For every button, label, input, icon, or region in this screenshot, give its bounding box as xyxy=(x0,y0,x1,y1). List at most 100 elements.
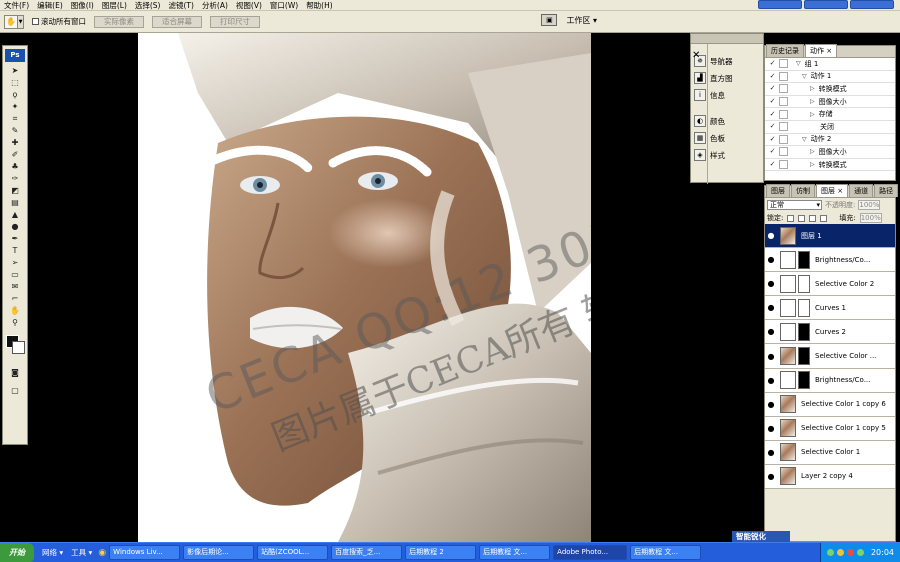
layer-row[interactable]: ● Selective Color 1 copy 5 xyxy=(765,416,895,441)
browser-icon[interactable]: ◉ xyxy=(98,548,106,558)
healing-brush-icon[interactable]: ✚ xyxy=(10,137,21,148)
quick-mask-icon[interactable]: ◙ xyxy=(10,367,21,378)
dialog-toggle[interactable] xyxy=(779,84,788,94)
menu-window[interactable]: 窗口(W) xyxy=(266,0,302,11)
taskbar-button[interactable]: 站酷(ZCOOL... xyxy=(257,545,329,560)
eye-icon[interactable]: ● xyxy=(765,400,777,409)
path-selection-icon[interactable]: ➢ xyxy=(10,257,21,268)
taskbar-button[interactable]: 后期教程 2 xyxy=(405,545,477,560)
start-button[interactable]: 开始 xyxy=(0,542,34,562)
action-row[interactable]: ✓ ▷ 图像大小 xyxy=(765,146,895,159)
tab-paths[interactable]: 路径 xyxy=(874,184,899,197)
layer-row[interactable]: ● 图层 1 xyxy=(765,224,895,249)
action-row[interactable]: ✓ ▽ 组 1 xyxy=(765,58,895,71)
notes-tool-icon[interactable]: ✉ xyxy=(10,281,21,292)
dialog-toggle[interactable] xyxy=(779,71,788,81)
taskbar-button[interactable]: 百度搜索_乏... xyxy=(331,545,403,560)
tray-icon[interactable] xyxy=(836,549,844,556)
tab-history[interactable]: 历史记录 xyxy=(766,44,804,57)
move-tool-icon[interactable]: ➤ xyxy=(10,65,21,76)
eye-icon[interactable]: ● xyxy=(765,352,777,361)
taskbar-button-active[interactable]: Adobe Photo... xyxy=(553,545,628,560)
styles-item[interactable]: ◈ 样式 xyxy=(691,148,725,162)
background-color-swatch[interactable] xyxy=(12,341,25,354)
lock-transparency-icon[interactable] xyxy=(787,214,795,222)
layer-mask-thumbnail[interactable] xyxy=(798,274,810,293)
layer-row[interactable]: ● Brightness/Co... xyxy=(765,368,895,393)
tray-icon[interactable] xyxy=(856,549,864,556)
screen-mode-icon[interactable]: ▢ xyxy=(10,385,21,396)
layer-row[interactable]: ● Selective Color 1 xyxy=(765,440,895,465)
action-row[interactable]: ✓ ▷ 转换模式 xyxy=(765,83,895,96)
dialog-toggle[interactable] xyxy=(779,134,788,144)
tab-layers[interactable]: 图层 × xyxy=(816,184,849,197)
layer-row[interactable]: ● Curves 1 xyxy=(765,296,895,321)
histogram-item[interactable]: ▟ 直方图 xyxy=(691,71,733,85)
eye-icon[interactable]: ● xyxy=(765,472,777,481)
eraser-tool-icon[interactable]: ◩ xyxy=(10,185,21,196)
dialog-toggle[interactable] xyxy=(779,97,788,107)
actual-pixels-button[interactable]: 实际像素 xyxy=(94,15,144,28)
tools-icon[interactable]: ✕ xyxy=(692,50,700,61)
document-canvas[interactable]: CECA QQ:12 301733883 图片属于CECA所有 转载请联系我 xyxy=(138,33,591,542)
menu-edit[interactable]: 编辑(E) xyxy=(33,0,67,11)
eye-icon[interactable]: ● xyxy=(765,279,777,288)
menu-help[interactable]: 帮助(H) xyxy=(302,0,337,11)
fill-field[interactable]: 100% xyxy=(859,213,882,223)
lock-all-icon[interactable] xyxy=(820,214,828,222)
dialog-toggle[interactable] xyxy=(779,147,788,157)
quicklaunch-tools[interactable]: 工具 ▾ xyxy=(71,547,92,558)
type-tool-icon[interactable]: T xyxy=(10,245,21,256)
layer-mask-thumbnail[interactable] xyxy=(798,347,810,366)
slice-tool-icon[interactable]: ✎ xyxy=(10,125,21,136)
layer-row[interactable]: ● Selective Color 1 copy 6 xyxy=(765,392,895,417)
restore-button[interactable] xyxy=(804,0,848,9)
ps-logo[interactable]: Ps xyxy=(5,49,25,62)
opacity-field[interactable]: 100% xyxy=(858,200,881,210)
quicklaunch-network[interactable]: 网络 ▾ xyxy=(42,547,63,558)
action-row[interactable]: ✓ ▽ 动作 1 xyxy=(765,71,895,84)
tab-channels[interactable]: 通道 xyxy=(849,184,874,197)
eye-icon[interactable]: ● xyxy=(765,376,777,385)
menu-file[interactable]: 文件(F) xyxy=(0,0,33,11)
menu-select[interactable]: 选择(S) xyxy=(131,0,165,11)
dialog-toggle[interactable] xyxy=(779,59,788,69)
dialog-toggle[interactable] xyxy=(779,160,788,170)
menu-filter[interactable]: 滤镜(T) xyxy=(165,0,198,11)
taskbar-button[interactable]: 后期教程 文... xyxy=(630,545,702,560)
minimize-button[interactable] xyxy=(758,0,802,9)
smart-sharpen-button[interactable]: 智能锐化 xyxy=(732,531,790,542)
magic-wand-icon[interactable]: ✦ xyxy=(10,101,21,112)
lock-position-icon[interactable] xyxy=(809,214,817,222)
panel-titlebar[interactable] xyxy=(691,34,763,44)
workspace-button[interactable]: 工作区 ▾ xyxy=(563,15,600,26)
fit-screen-button[interactable]: 适合屏幕 xyxy=(152,15,202,28)
blur-tool-icon[interactable]: ▲ xyxy=(10,209,21,220)
layer-mask-thumbnail[interactable] xyxy=(798,250,810,269)
tray-icon[interactable] xyxy=(826,549,834,556)
scroll-all-windows-checkbox[interactable] xyxy=(32,18,39,25)
layer-row[interactable]: ● Layer 2 copy 4 xyxy=(765,464,895,490)
eye-icon[interactable]: ● xyxy=(765,448,777,457)
color-item[interactable]: ◐ 颜色 xyxy=(691,114,725,128)
zoom-tool-icon[interactable]: ⚲ xyxy=(10,317,21,328)
print-size-button[interactable]: 打印尺寸 xyxy=(210,15,260,28)
dodge-tool-icon[interactable]: ● xyxy=(10,221,21,232)
info-item[interactable]: i 信息 xyxy=(691,88,725,102)
marquee-tool-icon[interactable]: ⬚ xyxy=(10,77,21,88)
clone-stamp-icon[interactable]: ♣ xyxy=(10,161,21,172)
layer-row[interactable]: ● Brightness/Co... xyxy=(765,248,895,273)
action-row[interactable]: ✓ ▽ 动作 2 xyxy=(765,134,895,147)
brush-tool-icon[interactable]: ✐ xyxy=(10,149,21,160)
taskbar-button[interactable]: Windows Liv... xyxy=(109,545,181,560)
lock-pixels-icon[interactable] xyxy=(798,214,806,222)
menu-analysis[interactable]: 分析(A) xyxy=(198,0,232,11)
crop-tool-icon[interactable]: ⌗ xyxy=(10,113,21,124)
layer-row[interactable]: ● Selective Color 2 xyxy=(765,272,895,297)
tab-clone[interactable]: 仿制 xyxy=(791,184,815,197)
action-row[interactable]: ✓ 关闭 xyxy=(765,121,895,134)
eyedropper-icon[interactable]: ⌐ xyxy=(10,293,21,304)
tray-icon[interactable] xyxy=(846,549,854,556)
layer-mask-thumbnail[interactable] xyxy=(798,371,810,390)
swatches-item[interactable]: ▦ 色板 xyxy=(691,131,725,145)
